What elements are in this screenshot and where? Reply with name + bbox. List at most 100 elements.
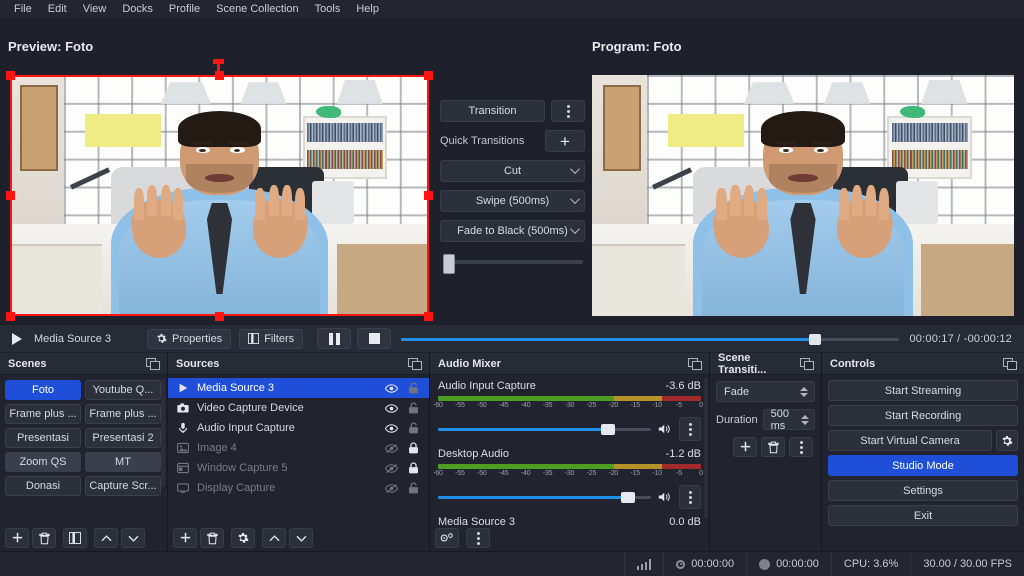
menu-item-edit[interactable]: Edit	[40, 1, 75, 18]
spinner-icon[interactable]	[799, 414, 811, 425]
transition-duration-field[interactable]: 500 ms	[762, 408, 815, 432]
source-row-4[interactable]: Window Capture 5	[168, 458, 429, 478]
resize-handle-top-center[interactable]	[215, 71, 224, 80]
source-row-0[interactable]: Media Source 3	[168, 378, 429, 398]
transition-type-select[interactable]: Fade	[716, 381, 815, 402]
menu-item-profile[interactable]: Profile	[161, 1, 208, 18]
eye-visible-icon[interactable]	[384, 403, 399, 414]
lock-closed-icon[interactable]	[406, 462, 421, 474]
eye-hidden-icon[interactable]	[384, 483, 399, 494]
mute-toggle-icon[interactable]	[657, 423, 673, 435]
volume-slider[interactable]	[438, 422, 651, 436]
lock-open-icon[interactable]	[406, 402, 421, 414]
remove-transition-button[interactable]	[761, 437, 785, 457]
advanced-audio-properties-button[interactable]	[435, 528, 459, 548]
lock-open-icon[interactable]	[406, 382, 421, 394]
scene-item-7[interactable]: MT	[85, 452, 161, 472]
lock-open-icon[interactable]	[406, 422, 421, 434]
scenes-scrollbar[interactable]	[161, 379, 165, 487]
resize-handle-bottom-right[interactable]	[424, 312, 433, 321]
program-canvas[interactable]	[592, 75, 1014, 316]
eye-visible-icon[interactable]	[384, 423, 399, 434]
move-source-down-button[interactable]	[289, 528, 313, 548]
undock-icon[interactable]	[800, 358, 814, 370]
scene-item-9[interactable]: Capture Scr...	[85, 476, 161, 496]
control-button-2[interactable]: Start Virtual Camera	[828, 430, 992, 451]
virtual-camera-settings-button[interactable]	[996, 430, 1018, 451]
source-row-2[interactable]: Audio Input Capture	[168, 418, 429, 438]
source-row-3[interactable]: Image 4	[168, 438, 429, 458]
properties-button[interactable]: Properties	[147, 328, 232, 349]
source-properties-button[interactable]	[231, 528, 255, 548]
scene-item-8[interactable]: Donasi	[5, 476, 81, 496]
resize-handle-mid-left[interactable]	[6, 191, 15, 200]
media-scrubber[interactable]	[401, 332, 900, 346]
resize-handle-top-left[interactable]	[6, 71, 15, 80]
move-scene-down-button[interactable]	[121, 528, 145, 548]
spinner-icon[interactable]	[798, 386, 810, 397]
control-button-1[interactable]: Start Recording	[828, 405, 1018, 426]
mixer-channel-menu-button[interactable]	[679, 417, 701, 441]
eye-hidden-icon[interactable]	[384, 463, 399, 474]
scene-filters-button[interactable]	[63, 528, 87, 548]
eye-visible-icon[interactable]	[384, 383, 399, 394]
pause-button[interactable]	[317, 328, 352, 349]
scene-item-2[interactable]: Frame plus ...	[5, 404, 81, 424]
menu-item-view[interactable]: View	[75, 1, 115, 18]
mixer-channel-menu-button[interactable]	[679, 485, 701, 509]
undock-icon[interactable]	[688, 358, 702, 370]
volume-knob[interactable]	[620, 492, 635, 503]
add-scene-button[interactable]	[5, 528, 29, 548]
remove-scene-button[interactable]	[32, 528, 56, 548]
move-scene-up-button[interactable]	[94, 528, 118, 548]
menu-item-docks[interactable]: Docks	[114, 1, 161, 18]
remove-source-button[interactable]	[200, 528, 224, 548]
play-icon[interactable]	[12, 332, 22, 345]
quick-transition-cut[interactable]: Cut	[440, 160, 585, 182]
t-bar-fader[interactable]	[440, 254, 585, 274]
scenes-list[interactable]: Foto Youtube Q... Frame plus ... Frame plus…	[0, 375, 167, 525]
resize-handle-mid-right[interactable]	[424, 191, 433, 200]
add-quick-transition-button[interactable]: +	[545, 130, 585, 152]
scene-item-0[interactable]: Foto	[5, 380, 81, 400]
volume-knob[interactable]	[601, 424, 616, 435]
sources-list[interactable]: Media Source 3 Video Capture Device Audio …	[168, 375, 429, 525]
undock-icon[interactable]	[408, 358, 422, 370]
scene-item-5[interactable]: Presentasi 2	[85, 428, 161, 448]
lock-open-icon[interactable]	[406, 482, 421, 494]
move-source-up-button[interactable]	[262, 528, 286, 548]
transition-menu-button[interactable]	[789, 437, 813, 457]
scene-item-4[interactable]: Presentasi	[5, 428, 81, 448]
scrubber-knob[interactable]	[808, 333, 821, 345]
menu-item-scene-collection[interactable]: Scene Collection	[208, 1, 307, 18]
audio-mixer-channels[interactable]: Audio Input Capture -3.6 dB -60 -55 -50 -45 -4…	[430, 375, 709, 525]
scene-item-3[interactable]: Frame plus ...	[85, 404, 161, 424]
mixer-scrollbar[interactable]	[704, 378, 708, 518]
resize-handle-bottom-center[interactable]	[215, 312, 224, 321]
resize-handle-bottom-left[interactable]	[6, 312, 15, 321]
undock-icon[interactable]	[1003, 358, 1017, 370]
control-button-5[interactable]: Exit	[828, 505, 1018, 526]
lock-closed-icon[interactable]	[406, 442, 421, 454]
add-transition-button[interactable]	[733, 437, 757, 457]
scene-item-1[interactable]: Youtube Q...	[85, 380, 161, 400]
eye-hidden-icon[interactable]	[384, 443, 399, 454]
control-button-4[interactable]: Settings	[828, 480, 1018, 501]
mute-toggle-icon[interactable]	[657, 491, 673, 503]
source-row-1[interactable]: Video Capture Device	[168, 398, 429, 418]
scene-item-6[interactable]: Zoom QS	[5, 452, 81, 472]
menu-item-file[interactable]: File	[6, 1, 40, 18]
quick-transition-swipe[interactable]: Swipe (500ms)	[440, 190, 585, 212]
stop-button[interactable]	[357, 328, 392, 349]
volume-slider[interactable]	[438, 490, 651, 504]
undock-icon[interactable]	[146, 358, 160, 370]
transition-menu-button[interactable]	[551, 100, 585, 122]
preview-canvas[interactable]	[10, 75, 429, 316]
quick-transition-fade-to-black[interactable]: Fade to Black (500ms)	[440, 220, 585, 242]
menu-item-help[interactable]: Help	[348, 1, 387, 18]
resize-handle-top-right[interactable]	[424, 71, 433, 80]
audio-mixer-menu-button[interactable]	[466, 528, 490, 548]
t-bar-knob[interactable]	[443, 254, 455, 274]
control-button-0[interactable]: Start Streaming	[828, 380, 1018, 401]
menu-item-tools[interactable]: Tools	[307, 1, 349, 18]
